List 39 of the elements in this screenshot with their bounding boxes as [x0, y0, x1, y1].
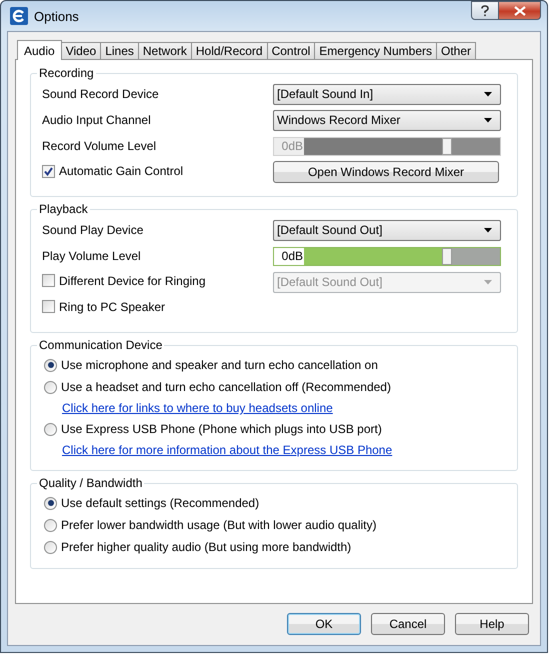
tab[interactable]: Network — [138, 42, 192, 59]
tab[interactable]: Audio — [17, 40, 62, 60]
volume-slider[interactable]: 0dB — [273, 246, 501, 266]
tab[interactable]: Video — [60, 42, 102, 59]
window-title: Options — [34, 8, 79, 24]
radio-button[interactable]: Use a headset and turn echo cancellation off (Recommended) — [44, 376, 391, 398]
group-title: Playback — [38, 202, 89, 216]
tab[interactable]: Other — [436, 42, 476, 59]
tab[interactable]: Hold/Record — [190, 42, 268, 59]
radio-button[interactable]: Use default settings (Recommended) — [44, 492, 260, 514]
field-label: Audio Input Channel — [42, 113, 151, 127]
checkbox[interactable]: Different Device for Ringing — [42, 274, 206, 288]
dropdown[interactable]: [Default Sound In] — [273, 84, 501, 104]
volume-reading: 0dB — [274, 248, 304, 264]
field-label: Sound Play Device — [42, 223, 144, 237]
dialog-button[interactable]: Help — [455, 613, 529, 635]
dropdown[interactable]: Windows Record Mixer — [273, 110, 501, 130]
dialog-button[interactable]: Cancel — [371, 613, 445, 635]
dropdown[interactable]: [Default Sound Out] — [273, 220, 501, 240]
radio-button[interactable]: Use microphone and speaker and turn echo cancellation on — [44, 354, 378, 376]
field-label: Play Volume Level — [42, 249, 141, 263]
group-title: Quality / Bandwidth — [38, 476, 144, 490]
link[interactable]: Click here for links to where to buy headsets online — [62, 401, 333, 415]
tab[interactable]: Control — [266, 42, 316, 59]
radio-button[interactable]: Prefer higher quality audio (But using more bandwidth) — [44, 536, 352, 558]
checkbox[interactable]: Automatic Gain Control — [42, 164, 184, 178]
tab[interactable]: Emergency Numbers — [314, 42, 437, 59]
radio-button[interactable]: Prefer lower bandwidth usage (But with lower audio quality) — [44, 514, 376, 536]
volume-reading: 0dB — [274, 138, 304, 154]
checkbox[interactable]: Ring to PC Speaker — [42, 300, 166, 314]
field-label: Sound Record Device — [42, 87, 159, 101]
group-title: Communication Device — [38, 338, 164, 352]
group-title: Recording — [38, 66, 95, 80]
tab[interactable]: Lines — [100, 42, 139, 59]
field-label: Record Volume Level — [42, 139, 156, 153]
dialog-button[interactable]: OK — [287, 613, 361, 635]
link[interactable]: Click here for more information about the Express USB Phone — [62, 443, 392, 457]
open-mixer-button[interactable]: Open Windows Record Mixer — [273, 161, 499, 183]
radio-button[interactable]: Use Express USB Phone (Phone which plugs into USB port) — [44, 418, 382, 440]
